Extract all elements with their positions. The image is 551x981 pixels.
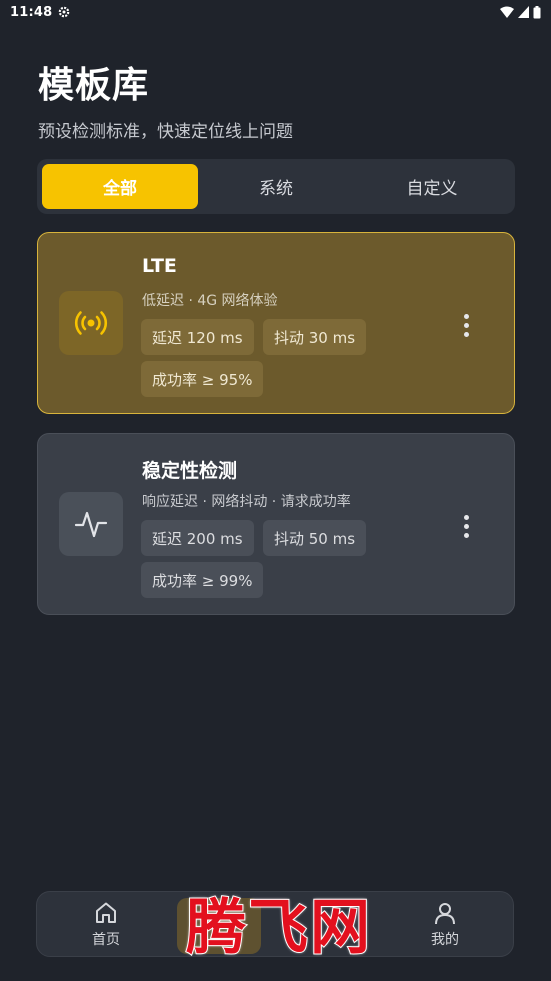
tab-all[interactable]: 全部 bbox=[42, 164, 198, 209]
home-icon bbox=[96, 902, 116, 923]
more-dot bbox=[463, 532, 469, 538]
more-dot bbox=[463, 523, 469, 529]
tag-latency: 延迟 120 ms bbox=[141, 319, 254, 355]
tag-jitter: 抖动 50 ms bbox=[263, 520, 367, 556]
more-options-button[interactable] bbox=[456, 512, 476, 540]
template-description: 响应延迟 · 网络抖动 · 请求成功率 bbox=[142, 494, 351, 510]
page-subtitle: 预设检测标准，快速定位线上问题 bbox=[38, 122, 293, 142]
wifi-icon bbox=[500, 6, 514, 18]
filter-tabs: 全部 系统 自定义 bbox=[37, 159, 515, 214]
status-time: 11:48 bbox=[10, 4, 53, 20]
template-card-lte[interactable]: LTE 低延迟 · 4G 网络体验 延迟 120 ms 抖动 30 ms 成功率… bbox=[37, 232, 515, 414]
status-icons bbox=[500, 5, 541, 19]
more-dot bbox=[463, 322, 469, 328]
broadcast-icon bbox=[74, 311, 108, 335]
template-description: 低延迟 · 4G 网络体验 bbox=[142, 293, 278, 309]
more-options-button[interactable] bbox=[456, 311, 476, 339]
template-title: 稳定性检测 bbox=[142, 460, 238, 482]
battery-icon bbox=[533, 5, 541, 18]
settings-gear-icon bbox=[59, 6, 70, 18]
nav-home-label: 首页 bbox=[92, 931, 120, 948]
pulse-icon bbox=[74, 511, 108, 538]
more-dot bbox=[463, 313, 469, 319]
page-title: 模板库 bbox=[38, 65, 150, 106]
tag-success-rate: 成功率 ≥ 95% bbox=[141, 361, 264, 397]
nav-home[interactable]: 首页 bbox=[56, 892, 156, 956]
template-icon-box bbox=[59, 291, 123, 355]
nav-me[interactable]: 我的 bbox=[395, 892, 495, 956]
watermark-logo: 腾飞网 bbox=[185, 892, 372, 964]
tag-jitter: 抖动 30 ms bbox=[263, 319, 367, 355]
user-icon bbox=[435, 902, 455, 924]
nav-me-label: 我的 bbox=[431, 931, 459, 948]
template-title: LTE bbox=[142, 255, 177, 277]
more-dot bbox=[463, 514, 469, 520]
template-icon-box bbox=[59, 492, 123, 556]
tag-latency: 延迟 200 ms bbox=[141, 520, 254, 556]
status-bar: 11:48 bbox=[0, 0, 551, 24]
more-dot bbox=[463, 331, 469, 337]
tab-system[interactable]: 系统 bbox=[198, 164, 354, 209]
template-card-stability[interactable]: 稳定性检测 响应延迟 · 网络抖动 · 请求成功率 延迟 200 ms 抖动 5… bbox=[37, 433, 515, 615]
tab-custom[interactable]: 自定义 bbox=[354, 164, 510, 209]
tag-success-rate: 成功率 ≥ 99% bbox=[141, 562, 264, 598]
signal-icon bbox=[518, 6, 529, 18]
